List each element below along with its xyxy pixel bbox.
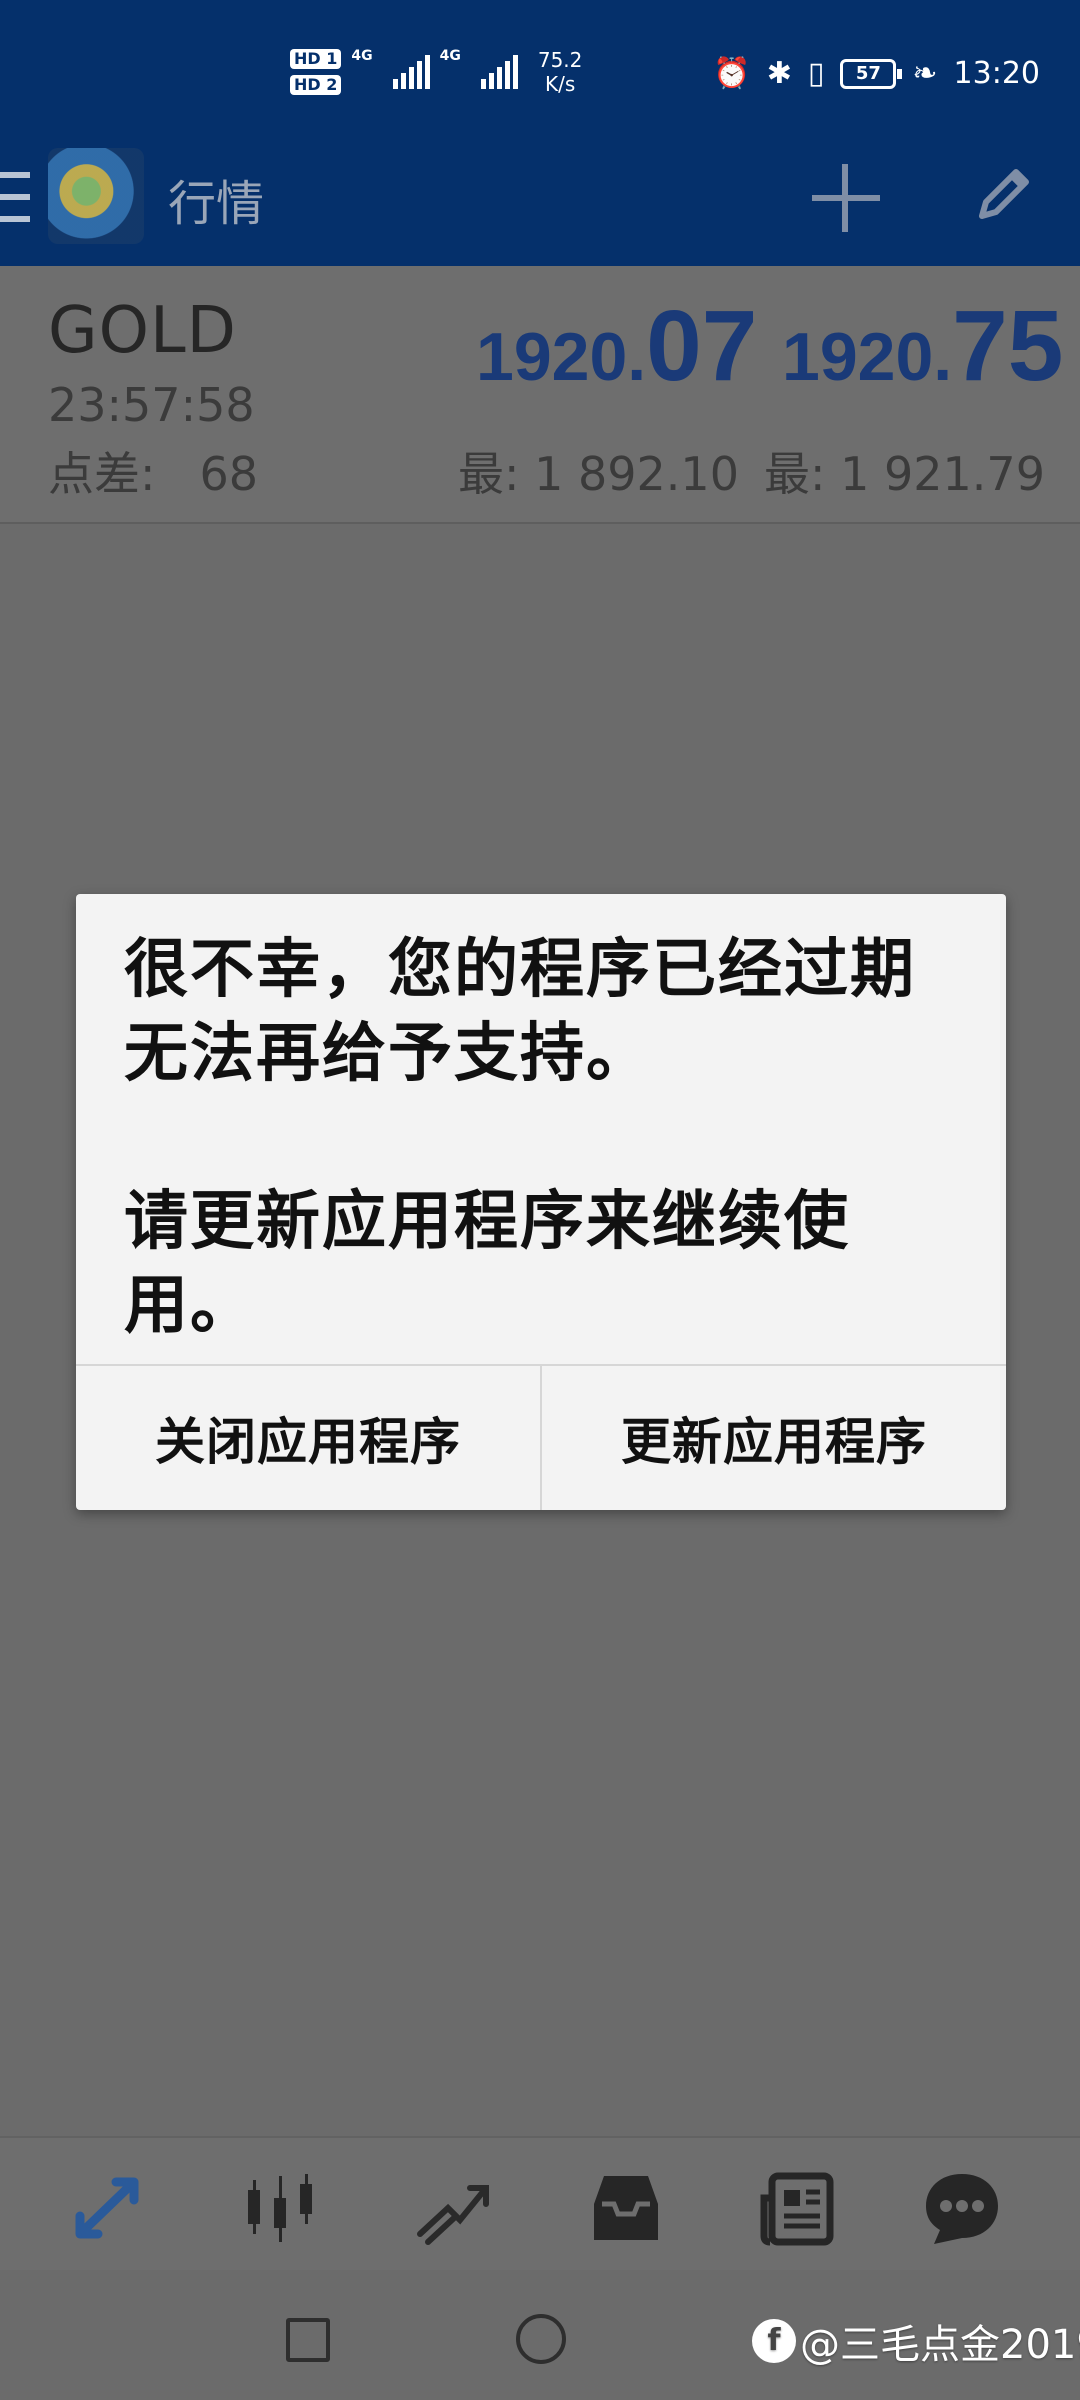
expired-dialog: 很不幸，您的程序已经过期无法再给予支持。 请更新应用程序来继续使用。 关闭应用程…: [76, 894, 1006, 1510]
trade-icon[interactable]: [414, 2168, 494, 2248]
menu-icon[interactable]: [0, 172, 30, 222]
vibrate-icon: ▯: [807, 56, 825, 91]
watermark: f @三毛点金2019: [752, 2312, 1080, 2370]
dialog-message: 很不幸，您的程序已经过期无法再给予支持。 请更新应用程序来继续使用。: [124, 928, 964, 1348]
network2-label: 4G: [439, 48, 461, 64]
bid-price-base: 1920.: [476, 319, 647, 395]
app-bar: 行情: [0, 140, 1080, 266]
add-symbol-icon[interactable]: [812, 164, 880, 232]
ask-price: 1920.75: [782, 296, 1063, 396]
recents-button[interactable]: [286, 2318, 330, 2362]
symbol-name: GOLD: [48, 294, 237, 368]
sim-indicators: HD 1 HD 2: [290, 49, 342, 95]
quote-time: 23:57:58: [48, 378, 255, 432]
home-button[interactable]: [516, 2314, 566, 2364]
network1-label: 4G: [351, 48, 373, 64]
quote-row-gold[interactable]: GOLD 23:57:58 点差: 68 1920.07 1920.75 最: 1…: [0, 266, 1080, 524]
watermark-logo: f: [752, 2319, 796, 2363]
close-app-button[interactable]: 关闭应用程序: [76, 1366, 540, 1510]
speed-unit: K/s: [544, 72, 576, 96]
bluetooth-icon: ✱: [766, 56, 792, 91]
bottom-tab-bar: [0, 2136, 1080, 2270]
alarm-icon: ⏰: [713, 56, 751, 91]
signal-icon: [392, 55, 430, 89]
quotes-icon[interactable]: [70, 2168, 150, 2248]
signal-icon: [480, 55, 518, 89]
high-price: 最: 1 921.79: [764, 447, 1045, 501]
edit-icon[interactable]: [970, 158, 1040, 228]
battery-icon: 57: [840, 58, 903, 89]
clock: 13:20: [953, 56, 1040, 91]
sim2-badge: HD 2: [290, 75, 342, 95]
app-logo: [48, 148, 144, 244]
sim1-badge: HD 1: [290, 49, 342, 69]
bid-price-pips: 07: [646, 290, 758, 402]
speed-value: 75.2: [537, 48, 583, 72]
leaf-icon: ❧: [912, 56, 938, 91]
news-icon[interactable]: [758, 2168, 838, 2248]
page-title: 行情: [168, 176, 265, 232]
system-nav-bar: f @三毛点金2019: [0, 2270, 1080, 2400]
chart-icon[interactable]: [242, 2168, 322, 2248]
spread-label: 点差:: [48, 447, 156, 501]
dialog-buttons: 关闭应用程序 更新应用程序: [76, 1364, 1006, 1510]
history-icon[interactable]: [586, 2168, 666, 2248]
ask-price-base: 1920.: [782, 319, 953, 395]
watermark-text: @三毛点金2019: [800, 2322, 1080, 2368]
ask-price-pips: 75: [952, 290, 1064, 402]
chat-icon[interactable]: [922, 2168, 1002, 2248]
bid-price: 1920.07: [476, 296, 757, 396]
spread-value: 68: [199, 447, 259, 501]
update-app-button[interactable]: 更新应用程序: [540, 1366, 1006, 1510]
spread: 点差: 68: [48, 438, 258, 504]
network-speed: 75.2 K/s: [538, 48, 583, 96]
dialog-message-line1: 很不幸，您的程序已经过期无法再给予支持。: [124, 933, 916, 1091]
dialog-message-line2: 请更新应用程序来继续使用。: [124, 1185, 850, 1343]
low-price: 最: 1 892.10: [458, 447, 739, 501]
status-bar: HD 1 HD 2 4G 4G 75.2 K/s ⏰ ✱ ▯ 57 ❧ 13:2…: [0, 0, 1080, 140]
